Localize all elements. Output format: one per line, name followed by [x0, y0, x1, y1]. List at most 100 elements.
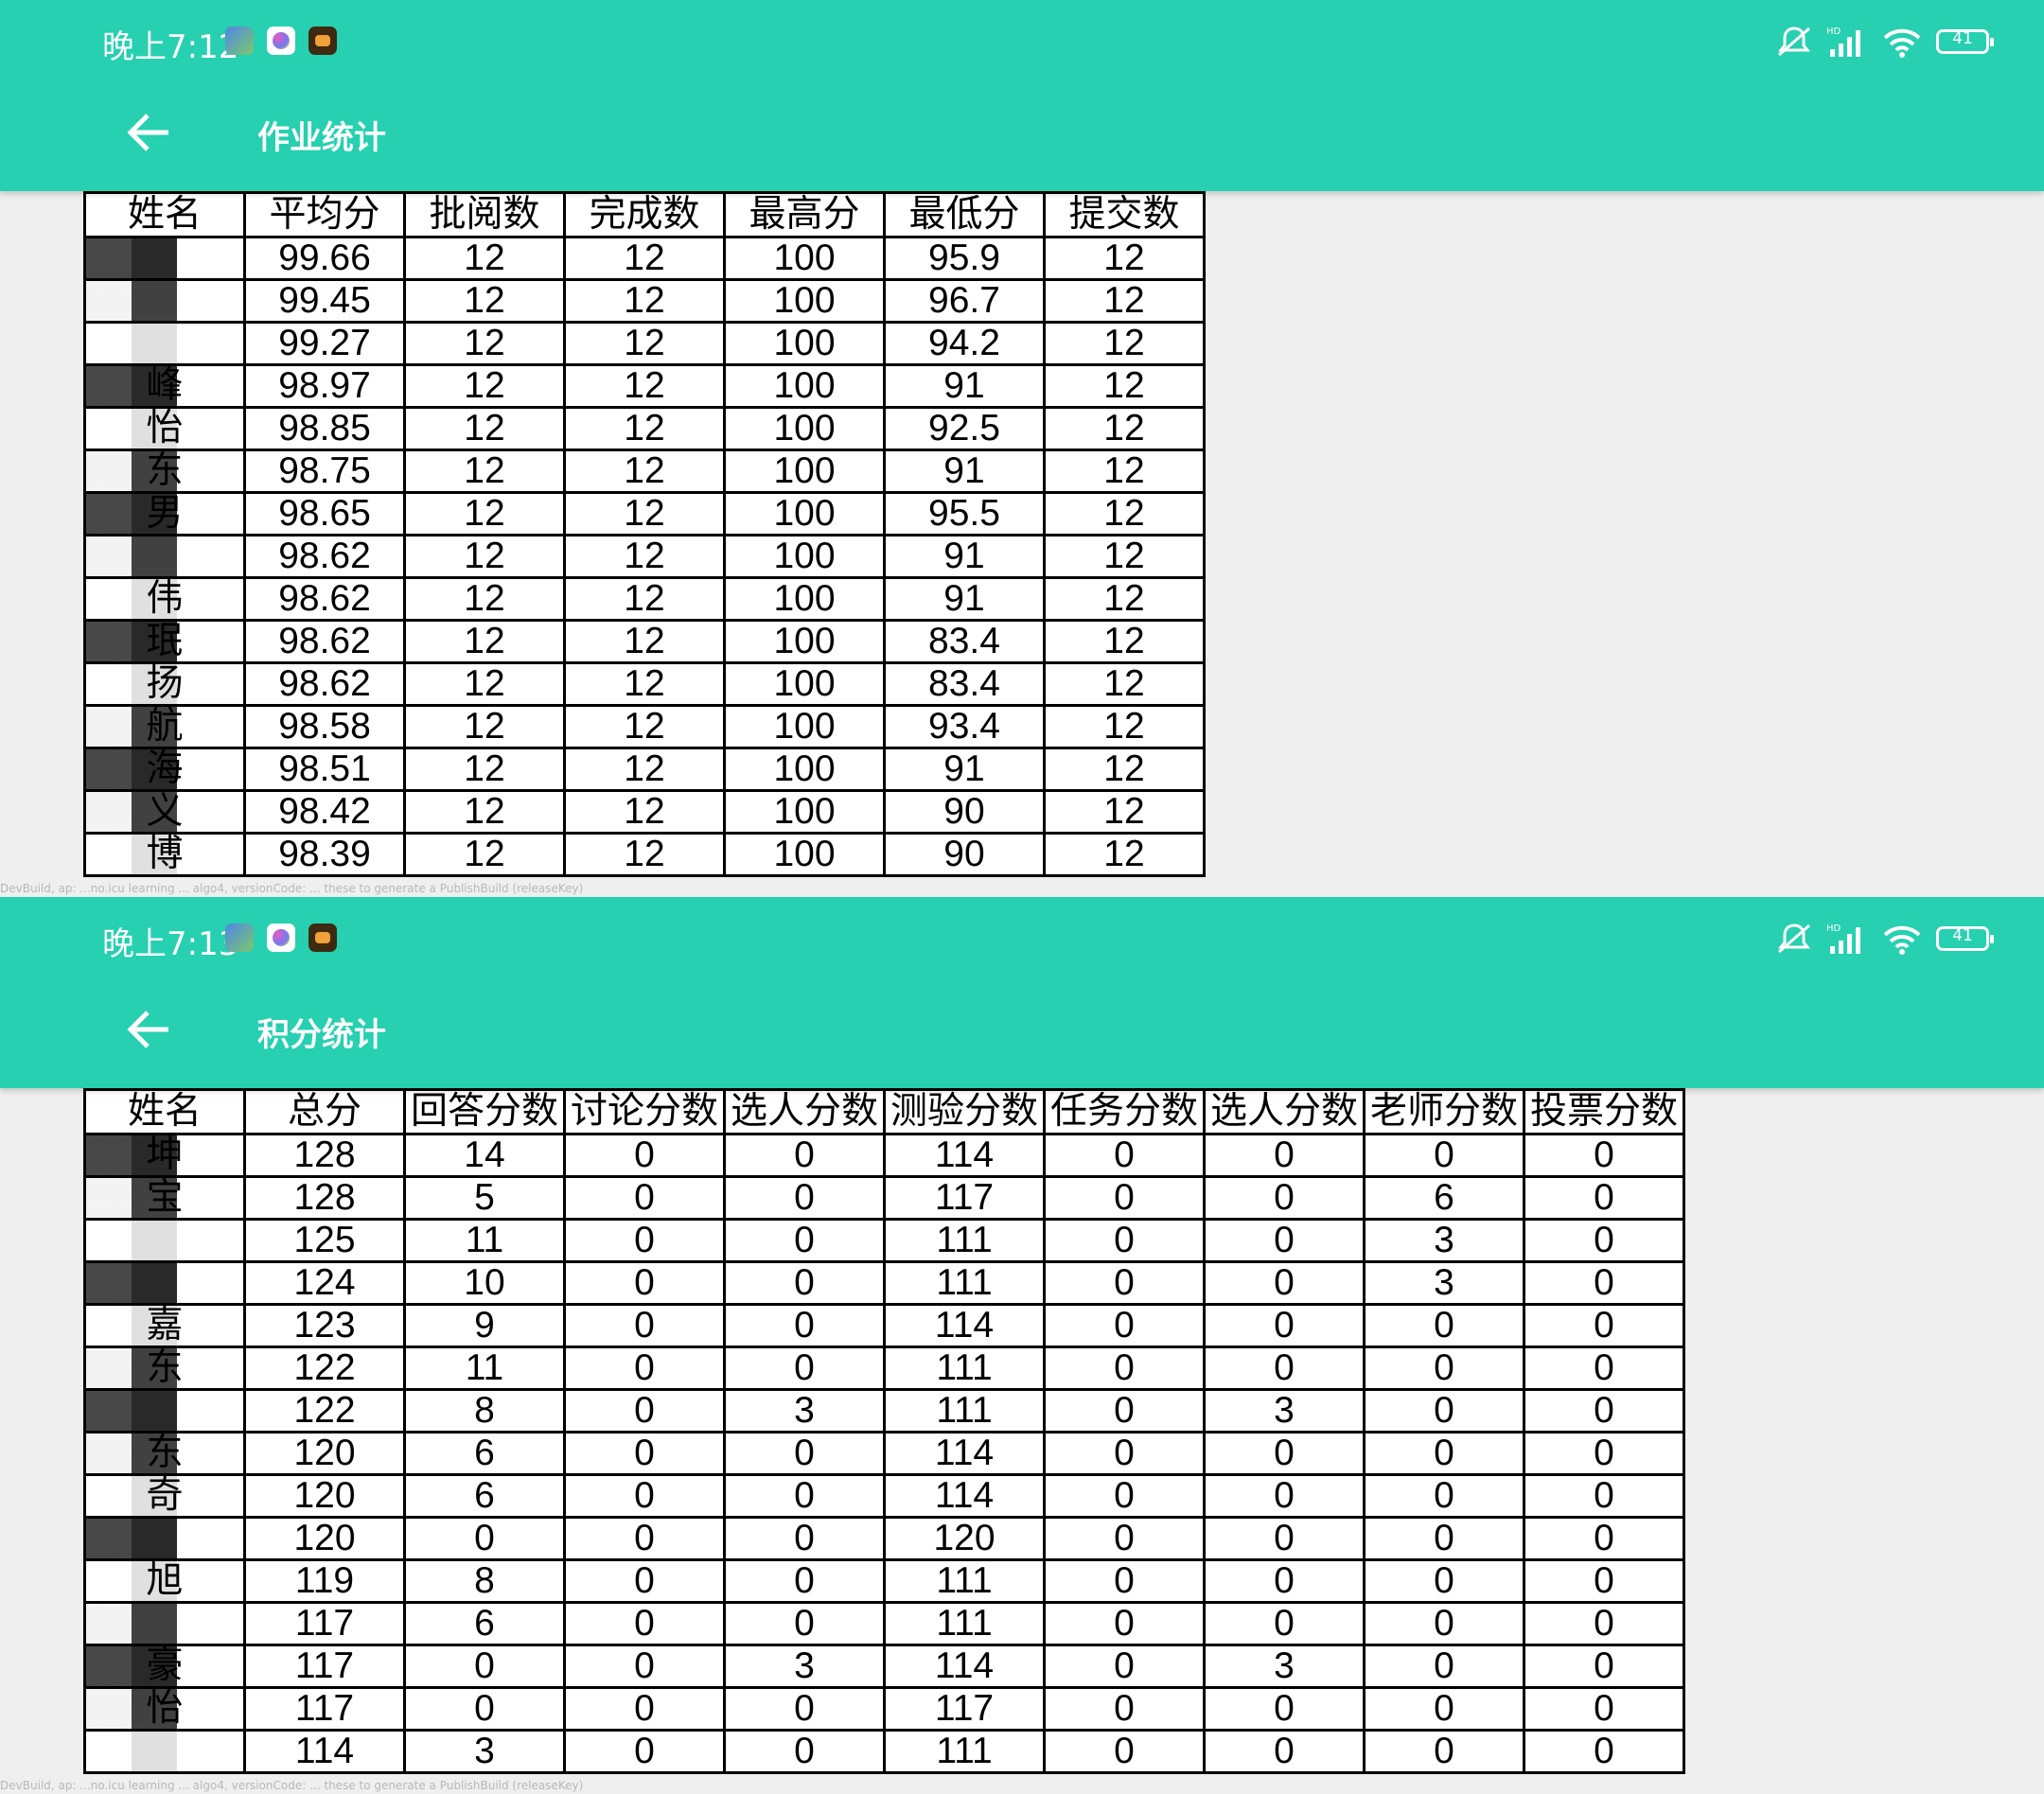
student-name-cell [83, 321, 246, 366]
table-cell: 12 [563, 619, 726, 664]
table-row: 东 120 6 0 0 114 0 0 0 0 [83, 1431, 1685, 1476]
student-name-cell: 义 [83, 789, 246, 835]
cloud-app-icon [308, 923, 337, 952]
back-arrow-icon[interactable] [121, 1001, 178, 1058]
student-name-cell [83, 1729, 246, 1774]
table-cell: 83.4 [883, 619, 1046, 664]
table-cell: 98.65 [243, 491, 406, 536]
table-cell: 92.5 [883, 406, 1046, 451]
student-name-text: 怡 [146, 1688, 184, 1729]
column-header: 测验分数 [883, 1088, 1046, 1135]
table-cell: 0 [1043, 1644, 1206, 1689]
gallery-app-icon [225, 26, 254, 55]
app-bar: 晚上7:13 HD 41 积分统计 [0, 897, 2044, 1088]
table-cell: 98.62 [243, 576, 406, 622]
column-header: 批阅数 [403, 191, 566, 238]
student-name-text: 奇 [146, 1475, 184, 1516]
table-cell: 0 [563, 1303, 726, 1348]
table-cell: 12 [1043, 832, 1206, 877]
table-cell: 12 [403, 576, 566, 622]
student-name-text: 伟 [146, 578, 184, 619]
redacted-name-mosaic [87, 1392, 190, 1430]
table-cell: 0 [403, 1686, 566, 1732]
table-cell: 117 [883, 1175, 1046, 1221]
student-name-text: 嘉 [146, 1305, 184, 1346]
student-name-cell: 珉 [83, 619, 246, 664]
table-cell: 100 [723, 236, 886, 281]
table-cell: 0 [1043, 1729, 1206, 1774]
table-cell: 6 [403, 1473, 566, 1519]
column-header: 投票分数 [1523, 1088, 1685, 1135]
table-cell: 91 [883, 448, 1046, 494]
table-cell: 12 [403, 236, 566, 281]
column-header: 选人分数 [1203, 1088, 1366, 1135]
back-arrow-icon[interactable] [121, 104, 178, 161]
student-name-cell: 豪 [83, 1644, 246, 1689]
table-cell: 0 [563, 1346, 726, 1391]
assistant-app-icon [267, 26, 295, 55]
table-cell: 111 [883, 1729, 1046, 1774]
table-cell: 8 [403, 1558, 566, 1604]
table-cell: 0 [563, 1175, 726, 1221]
table-cell: 12 [1043, 576, 1206, 622]
points-stats-table-wrap[interactable]: 姓名 总分 回答分数 讨论分数 选人分数 测验分数 任务分数 选人分数 老师分数 投票分数坤 128… [83, 1088, 1685, 1774]
student-name-cell [83, 1260, 246, 1306]
table-cell: 0 [563, 1473, 726, 1519]
points-stats-table: 姓名 总分 回答分数 讨论分数 选人分数 测验分数 任务分数 选人分数 老师分数 投票分数坤 128… [83, 1088, 1685, 1774]
table-cell: 0 [1203, 1686, 1366, 1732]
table-cell: 12 [563, 363, 726, 409]
table-cell: 12 [403, 619, 566, 664]
table-cell: 100 [723, 704, 886, 749]
table-cell: 3 [723, 1388, 886, 1433]
student-name-text: 义 [146, 791, 184, 832]
table-cell: 100 [723, 661, 886, 707]
table-row: 伟 98.62 12 12 100 91 12 [83, 576, 1206, 622]
student-name-text: 豪 [146, 1645, 184, 1686]
table-cell: 120 [243, 1516, 406, 1561]
wifi-icon [1883, 925, 1921, 955]
table-row: 珉 98.62 12 12 100 83.4 12 [83, 619, 1206, 664]
table-cell: 0 [1043, 1218, 1206, 1263]
table-row: 奇 120 6 0 0 114 0 0 0 0 [83, 1473, 1685, 1519]
column-header: 总分 [243, 1088, 406, 1135]
table-cell: 0 [563, 1260, 726, 1306]
table-cell: 93.4 [883, 704, 1046, 749]
table-cell: 0 [1043, 1175, 1206, 1221]
table-cell: 12 [403, 363, 566, 409]
table-cell: 120 [883, 1516, 1046, 1561]
table-row: 宝 128 5 0 0 117 0 0 6 0 [83, 1175, 1685, 1221]
table-cell: 0 [723, 1473, 886, 1519]
table-cell: 122 [243, 1388, 406, 1433]
table-cell: 0 [563, 1686, 726, 1732]
table-row: 东 98.75 12 12 100 91 12 [83, 448, 1206, 494]
table-cell: 12 [403, 747, 566, 792]
student-name-text: 旭 [146, 1560, 184, 1601]
table-row: 114 3 0 0 111 0 0 0 0 [83, 1729, 1685, 1774]
screenshot-points-stats: 晚上7:13 HD 41 积分统计 姓名 总分 回答分数 讨论分数 选人分数 测验分数 任务… [0, 897, 2044, 1794]
homework-stats-table-wrap[interactable]: 姓名 平均分 批阅数 完成数 最高分 最低分 提交数 99.66 12 12 100 95.9 12 99… [83, 191, 1206, 877]
table-cell: 111 [883, 1218, 1046, 1263]
student-name-cell: 宝 [83, 1175, 246, 1221]
table-cell: 0 [1203, 1133, 1366, 1178]
table-cell: 0 [1043, 1133, 1206, 1178]
status-time: 晚上7:12 [102, 28, 239, 66]
table-row: 嘉 123 9 0 0 114 0 0 0 0 [83, 1303, 1685, 1348]
table-cell: 0 [563, 1644, 726, 1689]
student-name-cell: 海 [83, 747, 246, 792]
table-row: 117 6 0 0 111 0 0 0 0 [83, 1601, 1685, 1646]
table-cell: 124 [243, 1260, 406, 1306]
table-cell: 6 [403, 1431, 566, 1476]
table-cell: 0 [1043, 1388, 1206, 1433]
table-cell: 12 [563, 789, 726, 835]
column-header: 最低分 [883, 191, 1046, 238]
system-status-icons: HD 41 [1775, 920, 1994, 958]
table-row: 坤 128 14 0 0 114 0 0 0 0 [83, 1133, 1685, 1178]
table-cell: 100 [723, 832, 886, 877]
table-cell: 12 [1043, 789, 1206, 835]
student-name-cell: 嘉 [83, 1303, 246, 1348]
build-watermark: DevBuild, ap: ...no.icu learning ... alg… [0, 882, 584, 895]
student-name-text: 坤 [146, 1134, 184, 1175]
student-name-text: 博 [146, 834, 184, 874]
table-cell: 0 [1203, 1473, 1366, 1519]
table-cell: 111 [883, 1346, 1046, 1391]
